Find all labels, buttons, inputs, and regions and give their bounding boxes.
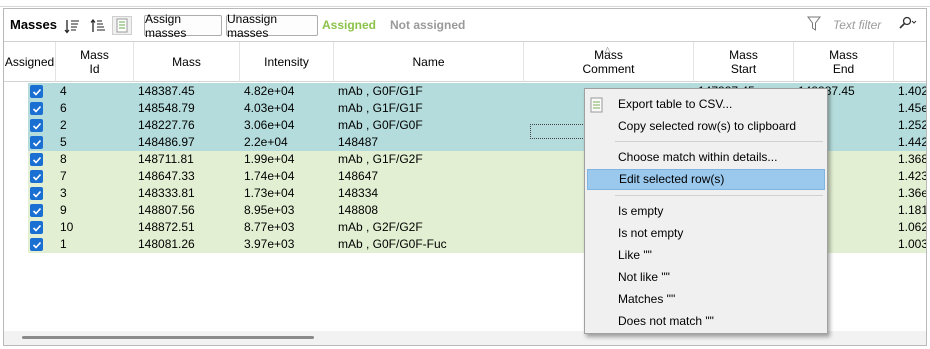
assigned-checkbox[interactable] — [30, 170, 43, 183]
cell-id: 8 — [60, 152, 67, 166]
cell-last: 1.003e — [898, 237, 926, 251]
menu-like[interactable]: Like "" — [587, 245, 825, 266]
col-mass[interactable]: Mass — [134, 42, 240, 82]
assign-masses-button[interactable]: Assign masses — [144, 12, 222, 40]
col-mass-comment[interactable]: △ Mass Comment — [524, 42, 694, 82]
legend-not-assigned: Not assigned — [390, 18, 466, 32]
menu-separator — [615, 195, 823, 196]
menu-choose-match[interactable]: Choose match within details... — [587, 147, 825, 168]
cell-mass: 148387.45 — [138, 84, 195, 98]
col-intensity[interactable]: Intensity — [240, 42, 334, 82]
cell-intensity: 1.73e+04 — [244, 186, 295, 200]
unassign-masses-button[interactable]: Unassign masses — [226, 12, 318, 40]
col-mass-id[interactable]: Mass Id — [56, 42, 134, 82]
scrollbar-thumb[interactable] — [22, 336, 314, 339]
cell-intensity: 4.82e+04 — [244, 84, 295, 98]
col-mass-start[interactable]: Mass Start — [694, 42, 794, 82]
sort-up-icon: △ — [604, 45, 611, 54]
cell-last: 1.402e — [898, 84, 926, 98]
context-menu: Export table to CSV... Copy selected row… — [584, 88, 828, 334]
cell-mass: 148872.51 — [138, 220, 195, 234]
cell-id: 4 — [60, 84, 67, 98]
text-filter-input[interactable]: Text filter — [830, 15, 894, 35]
search-dropdown-icon[interactable] — [897, 16, 917, 33]
panel-title: Masses — [10, 17, 57, 32]
cell-name: 148647 — [338, 169, 379, 183]
cell-name: 148487 — [338, 135, 379, 149]
assigned-checkbox[interactable] — [30, 85, 43, 98]
assigned-checkbox[interactable] — [30, 153, 43, 166]
assigned-checkbox[interactable] — [30, 136, 43, 149]
legend-assigned: Assigned — [322, 18, 377, 32]
cell-intensity: 8.95e+03 — [244, 203, 295, 217]
col-assigned[interactable]: Assigned — [4, 42, 56, 82]
cell-id: 7 — [60, 169, 67, 183]
cell-name: 148334 — [338, 186, 379, 200]
menu-separator — [615, 141, 823, 142]
col-extra[interactable] — [894, 42, 926, 82]
cell-intensity: 3.97e+03 — [244, 237, 295, 251]
cell-mass: 148486.97 — [138, 135, 195, 149]
cell-last: 1.442e — [898, 135, 926, 149]
cell-id: 3 — [60, 186, 67, 200]
cell-mass: 148081.26 — [138, 237, 195, 251]
cell-name: mAb , G1F/G1F — [338, 101, 423, 115]
cell-id: 6 — [60, 101, 67, 115]
cell-id: 9 — [60, 203, 67, 217]
cell-id: 2 — [60, 118, 67, 132]
menu-not-like[interactable]: Not like "" — [587, 267, 825, 288]
menu-export-csv[interactable]: Export table to CSV... — [587, 94, 825, 115]
cell-name: mAb , G2F/G2F — [338, 220, 423, 234]
window-top-border — [0, 0, 930, 7]
cell-mass: 148548.79 — [138, 101, 195, 115]
cell-focus-rect — [530, 124, 591, 139]
table-header: Assigned Mass Id Mass Intensity Name △ Ma… — [4, 42, 926, 82]
cell-last: 1.423e — [898, 169, 926, 183]
cell-last: 1.368e — [898, 152, 926, 166]
cell-intensity: 8.77e+03 — [244, 220, 295, 234]
cell-mass: 148333.81 — [138, 186, 195, 200]
cell-name: mAb , G0F/G1F — [338, 84, 423, 98]
col-mass-end[interactable]: Mass End — [794, 42, 894, 82]
cell-last: 1.36e+ — [898, 186, 926, 200]
cell-id: 5 — [60, 135, 67, 149]
assigned-checkbox[interactable] — [30, 204, 43, 217]
cell-mass: 148711.81 — [138, 152, 194, 166]
masses-toolbar: Masses Assign masses Unassign masses Ass… — [4, 9, 926, 41]
assigned-checkbox[interactable] — [30, 119, 43, 132]
cell-last: 1.181e — [898, 203, 926, 217]
cell-intensity: 3.06e+04 — [244, 118, 295, 132]
sort-ascending-icon[interactable] — [88, 16, 108, 35]
cell-name: 148808 — [338, 203, 379, 217]
cell-intensity: 1.99e+04 — [244, 152, 295, 166]
cell-last: 1.252e — [898, 118, 926, 132]
cell-intensity: 1.74e+04 — [244, 169, 295, 183]
assigned-checkbox[interactable] — [30, 238, 43, 251]
filter-icon[interactable] — [807, 16, 821, 35]
col-name[interactable]: Name — [334, 42, 524, 82]
assigned-checkbox[interactable] — [30, 187, 43, 200]
menu-edit-rows[interactable]: Edit selected row(s) — [587, 169, 825, 190]
menu-matches[interactable]: Matches "" — [587, 289, 825, 310]
menu-copy-rows[interactable]: Copy selected row(s) to clipboard — [587, 116, 825, 137]
assigned-checkbox[interactable] — [30, 102, 43, 115]
menu-does-not-match[interactable]: Does not match "" — [587, 311, 825, 332]
sort-descending-icon[interactable] — [62, 16, 82, 35]
document-icon[interactable] — [112, 16, 132, 35]
cell-name: mAb , G0F/G0F-Fuc — [338, 237, 447, 251]
menu-is-not-empty[interactable]: Is not empty — [587, 223, 825, 244]
assigned-checkbox[interactable] — [30, 221, 43, 234]
cell-id: 10 — [60, 220, 74, 234]
cell-last: 1.062e — [898, 220, 926, 234]
cell-name: mAb , G0F/G0F — [338, 118, 423, 132]
cell-intensity: 2.2e+04 — [244, 135, 288, 149]
cell-mass: 148227.76 — [138, 118, 195, 132]
cell-mass: 148647.33 — [138, 169, 195, 183]
menu-is-empty[interactable]: Is empty — [587, 201, 825, 222]
cell-intensity: 4.03e+04 — [244, 101, 295, 115]
cell-name: mAb , G1F/G2F — [338, 152, 423, 166]
cell-last: 1.45e+ — [898, 101, 926, 115]
cell-id: 1 — [60, 237, 67, 251]
cell-mass: 148807.56 — [138, 203, 195, 217]
